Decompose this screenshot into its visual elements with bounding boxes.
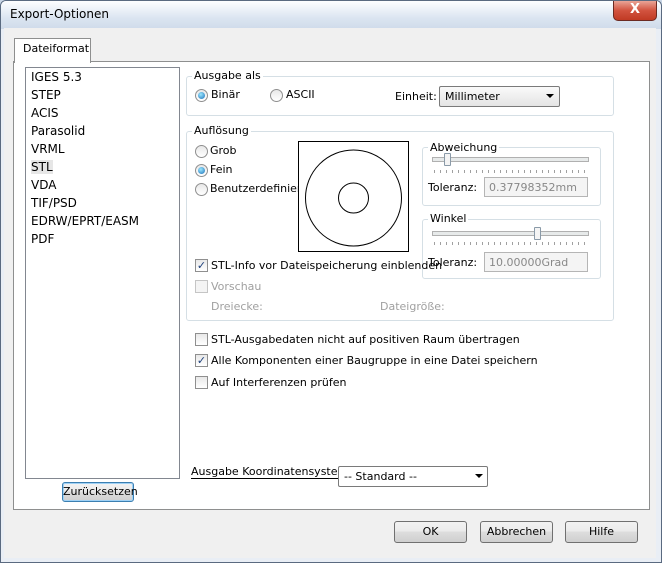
angle-ticks [434,242,587,245]
positive-space-label[interactable]: STL-Ausgabedaten nicht auf positiven Rau… [211,333,520,346]
binary-radio[interactable] [195,89,208,102]
ascii-label[interactable]: ASCII [286,88,315,101]
angle-slider-track[interactable] [432,231,589,236]
coarse-radio[interactable] [195,145,208,158]
list-item[interactable]: VRML [31,142,65,156]
list-item[interactable]: EDRW/EPRT/EASM [31,214,139,228]
custom-label[interactable]: Benutzerdefiniert [210,182,306,195]
angle-slider-thumb[interactable] [534,227,541,240]
all-components-checkbox[interactable]: ✓ [195,354,208,367]
unit-value: Millimeter [445,90,500,103]
all-components-label[interactable]: Alle Komponenten einer Baugruppe in eine… [211,354,538,367]
triangles-label: Dreiecke: [211,300,263,313]
fine-label[interactable]: Fein [210,163,233,176]
ascii-radio[interactable] [270,89,283,102]
cancel-button[interactable]: Abbrechen [480,521,553,543]
custom-radio[interactable] [195,183,208,196]
filesize-label: Dateigröße: [380,300,445,313]
positive-space-checkbox[interactable] [195,333,208,346]
stl-info-checkbox[interactable]: ✓ [195,259,208,272]
preview-checkbox [195,280,208,293]
angle-legend: Winkel [428,212,469,225]
coord-value: -- Standard -- [344,470,417,483]
deviation-tol-value: 0.37798352mm [489,181,577,194]
chevron-down-icon [475,474,483,478]
list-item[interactable]: STEP [31,88,61,102]
preview-frame [298,141,409,252]
help-button[interactable]: Hilfe [565,521,638,543]
tab-label: Dateiformat [23,42,90,55]
deviation-legend: Abweichung [428,141,500,154]
interference-label[interactable]: Auf Interferenzen prüfen [211,376,346,389]
ok-button[interactable]: OK [394,521,467,543]
chevron-down-icon [546,94,554,98]
list-item[interactable]: TIF/PSD [31,196,77,210]
coarse-label[interactable]: Grob [210,144,237,157]
list-item[interactable]: Parasolid [31,124,85,138]
interference-checkbox[interactable] [195,376,208,389]
binary-label[interactable]: Binär [211,88,240,101]
list-item-selected[interactable]: STL [31,160,53,174]
deviation-slider-track[interactable] [432,157,589,162]
list-item[interactable]: IGES 5.3 [31,70,82,84]
list-item[interactable]: ACIS [31,106,59,120]
angle-tol-value: 10.00000Grad [489,256,569,269]
fine-radio[interactable] [195,164,208,177]
reset-button[interactable]: Zurücksetzen [62,482,138,502]
deviation-tol-label: Toleranz: [428,181,478,194]
resolution-preview [298,141,409,252]
close-button[interactable]: X [613,1,657,21]
window-title: Export-Optionen [10,7,109,21]
unit-label: Einheit: [395,90,437,103]
stl-info-label[interactable]: STL-Info vor Dateispeicherung einblenden [211,259,442,272]
coord-label: Ausgabe Koordinatensystem: [191,465,352,479]
list-item[interactable]: VDA [31,178,56,192]
deviation-slider-thumb[interactable] [444,153,451,166]
output-legend: Ausgabe als [192,69,263,82]
preview-label: Vorschau [211,280,262,293]
resolution-legend: Auflösung [192,124,251,137]
list-item[interactable]: PDF [31,232,54,246]
deviation-ticks [434,170,587,173]
